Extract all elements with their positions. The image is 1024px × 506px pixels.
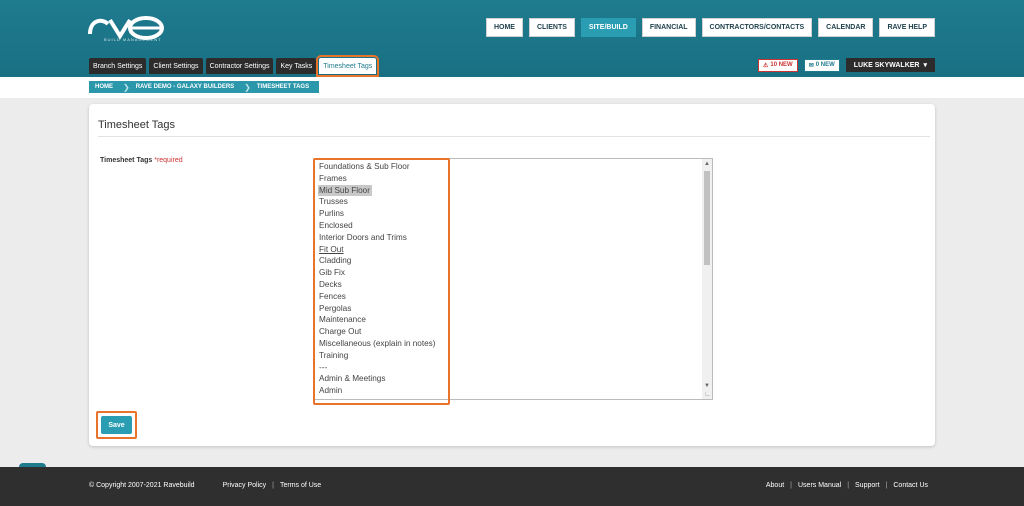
alerts-count: 10 NEW — [770, 62, 793, 68]
field-label-text: Timesheet Tags — [100, 157, 153, 164]
alerts-badge[interactable]: ⚠ 10 NEW — [757, 58, 798, 72]
caret-down-icon: ▾ — [923, 62, 927, 69]
logo-tagline: BUILD MANAGEMENT — [104, 37, 162, 42]
warning-icon: ⚠ — [762, 62, 769, 69]
scroll-down-icon[interactable]: ▼ — [704, 383, 710, 389]
breadcrumb-current: TIMESHEET TAGS — [256, 84, 310, 90]
tab-client-settings[interactable]: Client Settings — [149, 58, 203, 74]
footer-separator: | — [847, 482, 850, 489]
nav-home[interactable]: HOME — [485, 18, 523, 37]
user-menu-button[interactable]: LUKE SKYWALKER ▾ — [845, 58, 935, 72]
contact-us-link[interactable]: Contact Us — [893, 482, 928, 489]
nav-contractors-contacts[interactable]: CONTRACTORS/CONTACTS — [701, 18, 813, 37]
chevron-right-icon: ❯ — [244, 82, 251, 92]
messages-count: 0 NEW — [815, 62, 835, 68]
tab-key-tasks[interactable]: Key Tasks — [276, 58, 317, 74]
breadcrumb-home[interactable]: HOME — [89, 81, 123, 93]
required-indicator: *required — [154, 157, 183, 164]
timesheet-tags-label: Timesheet Tags *required — [100, 157, 183, 164]
settings-tabs: Branch Settings Client Settings Contract… — [89, 55, 380, 77]
breadcrumb-bar: HOME ❯ RAVE DEMO - GALAXY BUILDERS ❯ TIM… — [0, 77, 1024, 98]
scroll-thumb[interactable] — [704, 171, 710, 265]
tab-branch-settings[interactable]: Branch Settings — [89, 58, 147, 74]
options-focus-outline — [313, 158, 450, 405]
tab-timesheet-tags[interactable]: Timesheet Tags — [316, 55, 380, 77]
copyright-text: © Copyright 2007-2021 Ravebuild — [89, 482, 195, 489]
footer-separator: | — [790, 482, 792, 489]
users-manual-link[interactable]: Users Manual — [798, 482, 841, 489]
chevron-right-icon: ❯ — [123, 82, 130, 92]
footer-separator: | — [885, 482, 888, 489]
page-title: Timesheet Tags — [98, 119, 176, 131]
header-status: ⚠ 10 NEW ✉ 0 NEW LUKE SKYWALKER ▾ — [757, 58, 935, 72]
breadcrumb: HOME ❯ RAVE DEMO - GALAXY BUILDERS ❯ TIM… — [89, 81, 320, 93]
footer-left: © Copyright 2007-2021 Ravebuild Privacy … — [89, 482, 321, 489]
scroll-up-icon[interactable]: ▲ — [704, 161, 710, 167]
resize-grip-icon[interactable]: ∟ — [704, 391, 711, 398]
divider — [98, 136, 930, 137]
footer: © Copyright 2007-2021 Ravebuild Privacy … — [0, 467, 1024, 506]
tab-contractor-settings[interactable]: Contractor Settings — [205, 58, 274, 74]
nav-site-build[interactable]: SITE/BUILD — [580, 18, 636, 37]
top-header: BUILD MANAGEMENT HOME CLIENTS SITE/BUILD… — [0, 0, 1024, 77]
main-navigation: HOME CLIENTS SITE/BUILD FINANCIAL CONTRA… — [485, 18, 935, 37]
privacy-policy-link[interactable]: Privacy Policy — [223, 482, 267, 489]
nav-rave-help[interactable]: RAVE HELP — [879, 18, 935, 37]
about-link[interactable]: About — [766, 482, 784, 489]
envelope-icon: ✉ — [808, 62, 814, 69]
nav-calendar[interactable]: CALENDAR — [818, 18, 874, 37]
nav-financial[interactable]: FINANCIAL — [641, 18, 696, 37]
nav-clients[interactable]: CLIENTS — [528, 18, 575, 37]
messages-badge[interactable]: ✉ 0 NEW — [803, 58, 840, 72]
footer-separator: | — [272, 482, 274, 489]
save-highlight: Save — [96, 411, 137, 439]
terms-of-use-link[interactable]: Terms of Use — [280, 482, 321, 489]
listbox-scrollbar[interactable]: ▲ ▼ — [702, 159, 712, 399]
support-link[interactable]: Support — [855, 482, 880, 489]
user-name: LUKE SKYWALKER — [853, 61, 920, 69]
footer-right: About | Users Manual | Support | Contact… — [766, 482, 928, 489]
save-button[interactable]: Save — [101, 416, 132, 434]
timesheet-tags-card: Timesheet Tags Timesheet Tags *required … — [89, 104, 935, 446]
breadcrumb-company[interactable]: RAVE DEMO - GALAXY BUILDERS — [130, 81, 244, 93]
